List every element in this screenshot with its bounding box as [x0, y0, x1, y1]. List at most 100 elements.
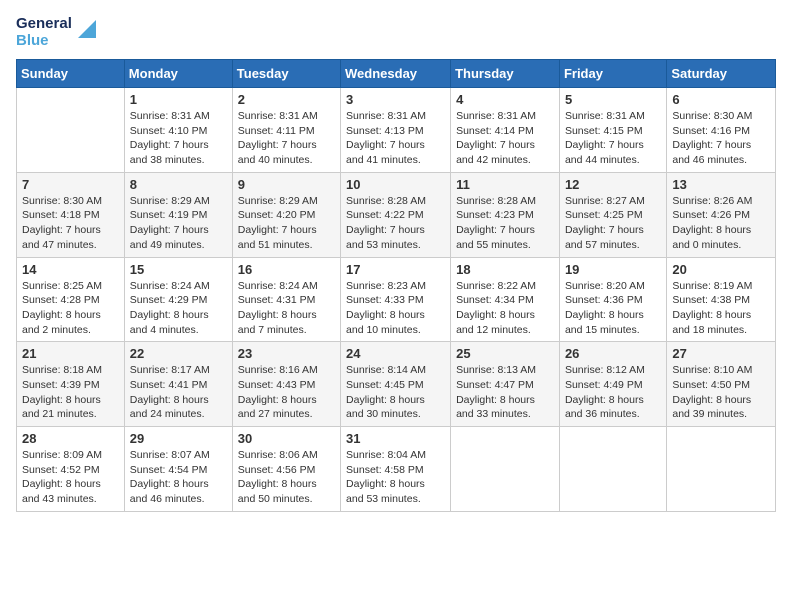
day-number: 26: [565, 346, 661, 361]
calendar-cell: [17, 88, 125, 173]
day-number: 3: [346, 92, 445, 107]
day-info: Sunrise: 8:27 AMSunset: 4:25 PMDaylight:…: [565, 194, 661, 253]
day-number: 29: [130, 431, 227, 446]
calendar-cell: 28 Sunrise: 8:09 AMSunset: 4:52 PMDayligh…: [17, 427, 125, 512]
calendar-cell: 5 Sunrise: 8:31 AMSunset: 4:15 PMDaylight…: [559, 88, 666, 173]
weekday-header-monday: Monday: [124, 60, 232, 88]
weekday-header-sunday: Sunday: [17, 60, 125, 88]
day-info: Sunrise: 8:09 AMSunset: 4:52 PMDaylight:…: [22, 448, 119, 507]
day-info: Sunrise: 8:12 AMSunset: 4:49 PMDaylight:…: [565, 363, 661, 422]
day-number: 13: [672, 177, 770, 192]
calendar-cell: [451, 427, 560, 512]
calendar-cell: 4 Sunrise: 8:31 AMSunset: 4:14 PMDaylight…: [451, 88, 560, 173]
day-info: Sunrise: 8:29 AMSunset: 4:19 PMDaylight:…: [130, 194, 227, 253]
day-number: 25: [456, 346, 554, 361]
day-info: Sunrise: 8:31 AMSunset: 4:13 PMDaylight:…: [346, 109, 445, 168]
day-number: 28: [22, 431, 119, 446]
logo-general: General: [16, 16, 72, 33]
day-number: 5: [565, 92, 661, 107]
day-info: Sunrise: 8:18 AMSunset: 4:39 PMDaylight:…: [22, 363, 119, 422]
day-info: Sunrise: 8:30 AMSunset: 4:18 PMDaylight:…: [22, 194, 119, 253]
day-number: 16: [238, 262, 335, 277]
calendar-cell: 8 Sunrise: 8:29 AMSunset: 4:19 PMDaylight…: [124, 172, 232, 257]
day-info: Sunrise: 8:31 AMSunset: 4:10 PMDaylight:…: [130, 109, 227, 168]
calendar-cell: 18 Sunrise: 8:22 AMSunset: 4:34 PMDayligh…: [451, 257, 560, 342]
day-info: Sunrise: 8:25 AMSunset: 4:28 PMDaylight:…: [22, 279, 119, 338]
calendar-cell: 13 Sunrise: 8:26 AMSunset: 4:26 PMDayligh…: [667, 172, 776, 257]
calendar-cell: 12 Sunrise: 8:27 AMSunset: 4:25 PMDayligh…: [559, 172, 666, 257]
day-number: 6: [672, 92, 770, 107]
weekday-header-saturday: Saturday: [667, 60, 776, 88]
day-number: 9: [238, 177, 335, 192]
day-number: 7: [22, 177, 119, 192]
weekday-header-tuesday: Tuesday: [232, 60, 340, 88]
day-number: 17: [346, 262, 445, 277]
day-number: 30: [238, 431, 335, 446]
logo-blue: Blue: [16, 33, 72, 50]
day-info: Sunrise: 8:31 AMSunset: 4:14 PMDaylight:…: [456, 109, 554, 168]
calendar-cell: [559, 427, 666, 512]
calendar-cell: 21 Sunrise: 8:18 AMSunset: 4:39 PMDayligh…: [17, 342, 125, 427]
day-number: 11: [456, 177, 554, 192]
calendar-cell: 9 Sunrise: 8:29 AMSunset: 4:20 PMDaylight…: [232, 172, 340, 257]
day-number: 12: [565, 177, 661, 192]
day-info: Sunrise: 8:30 AMSunset: 4:16 PMDaylight:…: [672, 109, 770, 168]
day-number: 23: [238, 346, 335, 361]
logo: General Blue: [16, 16, 96, 49]
calendar-cell: 3 Sunrise: 8:31 AMSunset: 4:13 PMDaylight…: [341, 88, 451, 173]
day-info: Sunrise: 8:06 AMSunset: 4:56 PMDaylight:…: [238, 448, 335, 507]
weekday-header-wednesday: Wednesday: [341, 60, 451, 88]
calendar-cell: 19 Sunrise: 8:20 AMSunset: 4:36 PMDayligh…: [559, 257, 666, 342]
calendar-cell: 1 Sunrise: 8:31 AMSunset: 4:10 PMDaylight…: [124, 88, 232, 173]
calendar-cell: 10 Sunrise: 8:28 AMSunset: 4:22 PMDayligh…: [341, 172, 451, 257]
calendar-cell: 7 Sunrise: 8:30 AMSunset: 4:18 PMDaylight…: [17, 172, 125, 257]
calendar-cell: 16Sunrise: 8:24 AMSunset: 4:31 PMDayligh…: [232, 257, 340, 342]
calendar-cell: 29 Sunrise: 8:07 AMSunset: 4:54 PMDayligh…: [124, 427, 232, 512]
day-number: 19: [565, 262, 661, 277]
calendar-cell: 23 Sunrise: 8:16 AMSunset: 4:43 PMDayligh…: [232, 342, 340, 427]
calendar-cell: 2 Sunrise: 8:31 AMSunset: 4:11 PMDaylight…: [232, 88, 340, 173]
calendar-cell: 31 Sunrise: 8:04 AMSunset: 4:58 PMDayligh…: [341, 427, 451, 512]
day-number: 10: [346, 177, 445, 192]
weekday-header-thursday: Thursday: [451, 60, 560, 88]
day-info: Sunrise: 8:29 AMSunset: 4:20 PMDaylight:…: [238, 194, 335, 253]
day-number: 24: [346, 346, 445, 361]
day-info: Sunrise: 8:20 AMSunset: 4:36 PMDaylight:…: [565, 279, 661, 338]
day-info: Sunrise: 8:31 AMSunset: 4:11 PMDaylight:…: [238, 109, 335, 168]
day-info: Sunrise: 8:19 AMSunset: 4:38 PMDaylight:…: [672, 279, 770, 338]
calendar-cell: 14Sunrise: 8:25 AMSunset: 4:28 PMDayligh…: [17, 257, 125, 342]
day-number: 31: [346, 431, 445, 446]
calendar-cell: 6 Sunrise: 8:30 AMSunset: 4:16 PMDaylight…: [667, 88, 776, 173]
day-info: Sunrise: 8:14 AMSunset: 4:45 PMDaylight:…: [346, 363, 445, 422]
day-number: 18: [456, 262, 554, 277]
day-number: 22: [130, 346, 227, 361]
day-info: Sunrise: 8:17 AMSunset: 4:41 PMDaylight:…: [130, 363, 227, 422]
day-info: Sunrise: 8:22 AMSunset: 4:34 PMDaylight:…: [456, 279, 554, 338]
day-number: 8: [130, 177, 227, 192]
day-info: Sunrise: 8:26 AMSunset: 4:26 PMDaylight:…: [672, 194, 770, 253]
day-info: Sunrise: 8:07 AMSunset: 4:54 PMDaylight:…: [130, 448, 227, 507]
calendar-cell: 24 Sunrise: 8:14 AMSunset: 4:45 PMDayligh…: [341, 342, 451, 427]
day-info: Sunrise: 8:13 AMSunset: 4:47 PMDaylight:…: [456, 363, 554, 422]
day-info: Sunrise: 8:16 AMSunset: 4:43 PMDaylight:…: [238, 363, 335, 422]
day-number: 1: [130, 92, 227, 107]
day-info: Sunrise: 8:31 AMSunset: 4:15 PMDaylight:…: [565, 109, 661, 168]
day-number: 27: [672, 346, 770, 361]
day-info: Sunrise: 8:28 AMSunset: 4:23 PMDaylight:…: [456, 194, 554, 253]
calendar-cell: 30 Sunrise: 8:06 AMSunset: 4:56 PMDayligh…: [232, 427, 340, 512]
day-number: 4: [456, 92, 554, 107]
calendar-cell: 17Sunrise: 8:23 AMSunset: 4:33 PMDayligh…: [341, 257, 451, 342]
day-info: Sunrise: 8:10 AMSunset: 4:50 PMDaylight:…: [672, 363, 770, 422]
calendar-cell: 15Sunrise: 8:24 AMSunset: 4:29 PMDayligh…: [124, 257, 232, 342]
day-number: 15: [130, 262, 227, 277]
calendar-cell: 26 Sunrise: 8:12 AMSunset: 4:49 PMDayligh…: [559, 342, 666, 427]
calendar-cell: [667, 427, 776, 512]
day-info: Sunrise: 8:28 AMSunset: 4:22 PMDaylight:…: [346, 194, 445, 253]
day-number: 2: [238, 92, 335, 107]
day-number: 21: [22, 346, 119, 361]
calendar-cell: 20 Sunrise: 8:19 AMSunset: 4:38 PMDayligh…: [667, 257, 776, 342]
day-number: 20: [672, 262, 770, 277]
day-info: Sunrise: 8:04 AMSunset: 4:58 PMDaylight:…: [346, 448, 445, 507]
weekday-header-friday: Friday: [559, 60, 666, 88]
calendar-cell: 22 Sunrise: 8:17 AMSunset: 4:41 PMDayligh…: [124, 342, 232, 427]
